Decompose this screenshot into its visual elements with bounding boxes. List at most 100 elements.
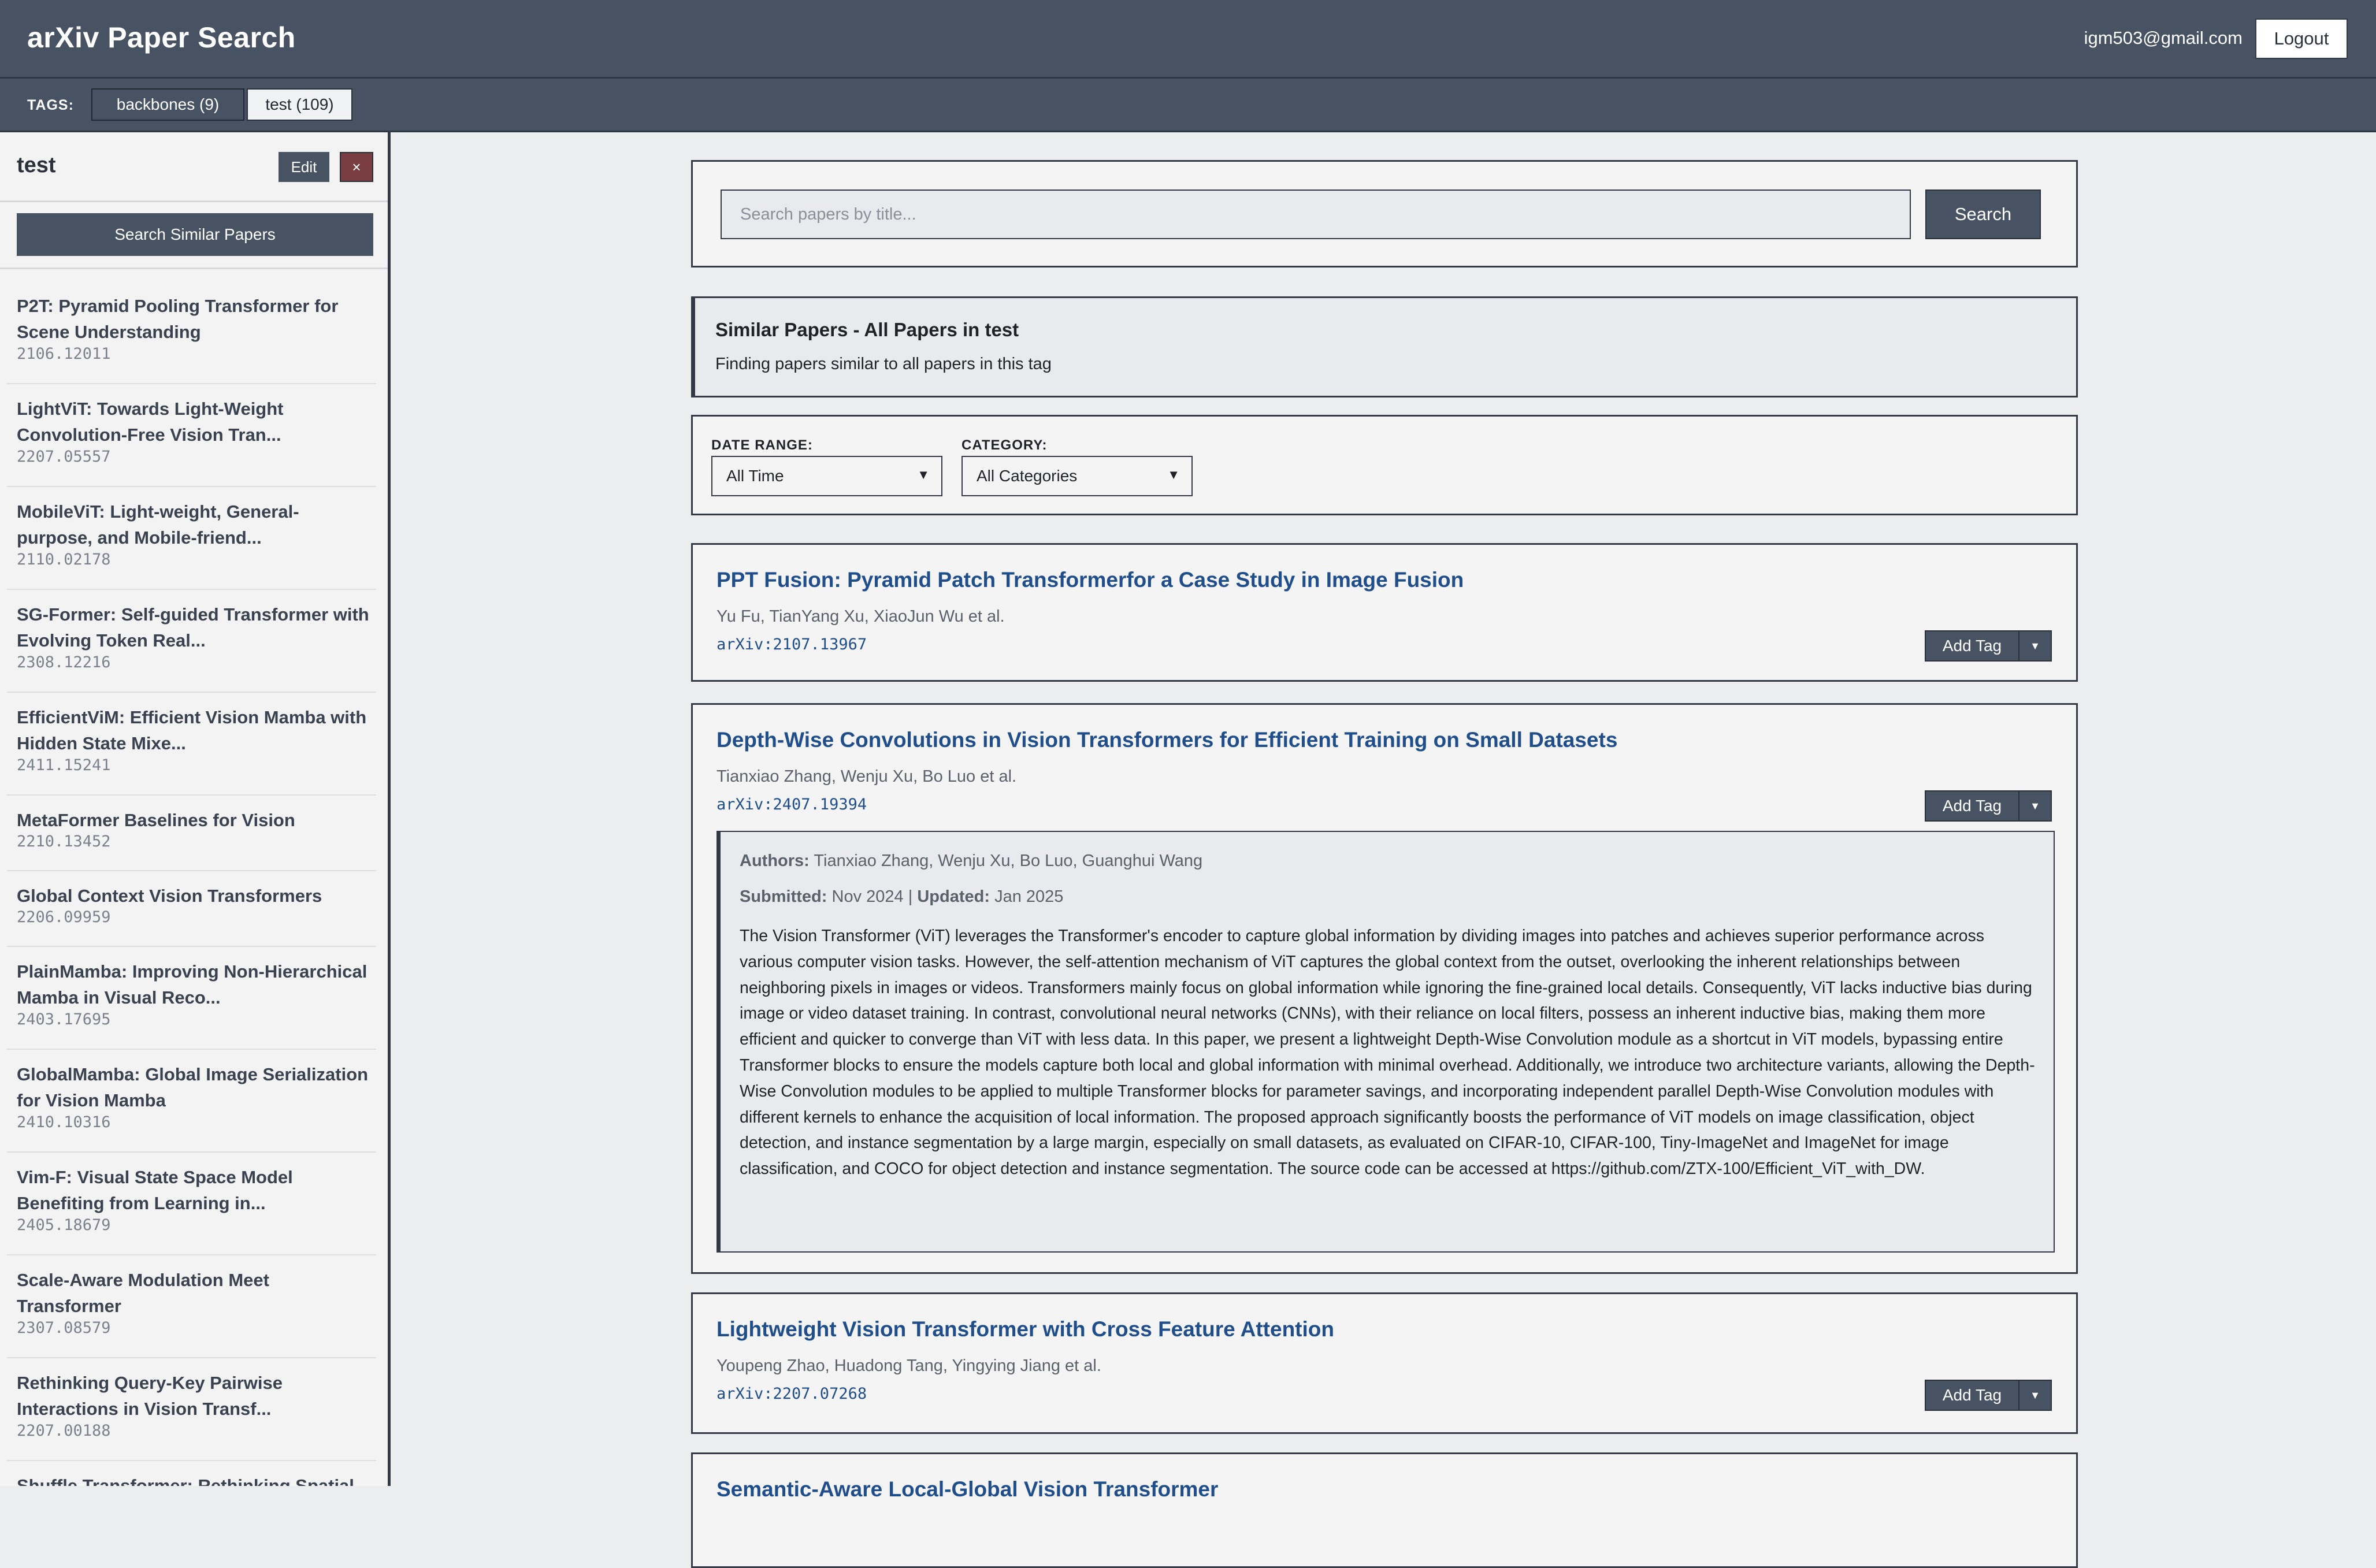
similar-title: Similar Papers - All Papers in test — [715, 319, 1019, 340]
add-tag-control: Add Tag ▼ — [1925, 790, 2052, 822]
sidebar-paper-item[interactable]: P2T: Pyramid Pooling Transformer for Sce… — [0, 281, 388, 384]
sidebar-paper-item[interactable]: MetaFormer Baselines for Vision 2210.134… — [0, 796, 388, 871]
sidebar: test Edit × Search Similar Papers P2T: P… — [0, 132, 391, 1486]
submitted-label: Submitted: — [740, 887, 827, 906]
sidebar-paper-id: 2206.09959 — [17, 908, 111, 926]
add-tag-dropdown-icon[interactable]: ▼ — [2019, 631, 2051, 660]
add-tag-control: Add Tag ▼ — [1925, 1380, 2052, 1411]
sidebar-tag-title: test — [17, 153, 56, 177]
sidebar-paper-item[interactable]: PlainMamba: Improving Non-Hierarchical M… — [0, 947, 388, 1050]
sidebar-paper-title: Vim-F: Visual State Space Model Benefiti… — [17, 1167, 293, 1213]
paper-card: PPT Fusion: Pyramid Patch Transformerfor… — [691, 543, 2078, 682]
paper-arxiv-id[interactable]: arXiv:2107.13967 — [716, 636, 867, 653]
top-header: arXiv Paper Search igm503@gmail.com Logo… — [0, 0, 2376, 79]
paper-details-panel: Authors: Tianxiao Zhang, Wenju Xu, Bo Lu… — [716, 831, 2055, 1253]
category-label: CATEGORY: — [961, 437, 1048, 453]
sidebar-paper-item[interactable]: Global Context Vision Transformers 2206.… — [0, 871, 388, 947]
edit-tag-button[interactable]: Edit — [279, 152, 329, 182]
date-range-select[interactable]: All Time ▼ — [711, 456, 942, 496]
dropdown-arrow-icon: ▼ — [1167, 467, 1180, 482]
add-tag-button[interactable]: Add Tag — [1926, 1381, 2019, 1410]
tags-label: TAGS: — [27, 97, 74, 113]
tag-chip-test[interactable]: test (109) — [247, 88, 352, 121]
details-authors-value: Tianxiao Zhang, Wenju Xu, Bo Luo, Guangh… — [814, 852, 1203, 870]
paper-title-link[interactable]: Depth-Wise Convolutions in Vision Transf… — [716, 728, 1617, 752]
sidebar-paper-item[interactable]: EfficientViM: Efficient Vision Mamba wit… — [0, 693, 388, 796]
sidebar-paper-title: Rethinking Query-Key Pairwise Interactio… — [17, 1373, 283, 1419]
sidebar-paper-title: GlobalMamba: Global Image Serialization … — [17, 1064, 369, 1110]
sidebar-paper-id: 2207.05557 — [17, 448, 111, 466]
sidebar-paper-title: PlainMamba: Improving Non-Hierarchical M… — [17, 961, 367, 1008]
sidebar-paper-id: 2405.18679 — [17, 1216, 111, 1234]
paper-title-link[interactable]: Lightweight Vision Transformer with Cros… — [716, 1317, 1334, 1342]
sidebar-paper-title: MobileViT: Light-weight, General-purpose… — [17, 501, 299, 548]
sidebar-paper-title: EfficientViM: Efficient Vision Mamba wit… — [17, 707, 367, 753]
delete-tag-button[interactable]: × — [340, 152, 373, 182]
logout-button[interactable]: Logout — [2255, 18, 2348, 59]
sidebar-paper-id: 2411.15241 — [17, 756, 111, 774]
paper-abstract: The Vision Transformer (ViT) leverages t… — [740, 927, 2035, 1179]
sidebar-paper-id: 2110.02178 — [17, 551, 111, 569]
tag-chip-backbones[interactable]: backbones (9) — [91, 88, 244, 121]
sidebar-paper-id: 2210.13452 — [17, 833, 111, 850]
add-tag-dropdown-icon[interactable]: ▼ — [2019, 792, 2051, 820]
search-input[interactable] — [721, 190, 1911, 239]
details-authors-label: Authors: — [740, 852, 810, 870]
filters-card: DATE RANGE: All Time ▼ CATEGORY: All Cat… — [691, 415, 2078, 515]
sidebar-paper-id: 2106.12011 — [17, 345, 111, 363]
sidebar-paper-item[interactable]: LightViT: Towards Light-Weight Convoluti… — [0, 384, 388, 487]
category-select[interactable]: All Categories ▼ — [961, 456, 1193, 496]
dropdown-arrow-icon: ▼ — [917, 467, 930, 482]
paper-authors: Youpeng Zhao, Huadong Tang, Yingying Jia… — [716, 1357, 1101, 1375]
sidebar-paper-title: Global Context Vision Transformers — [17, 886, 322, 906]
paper-authors: Tianxiao Zhang, Wenju Xu, Bo Luo et al. — [716, 767, 1017, 786]
paper-title-link[interactable]: Semantic-Aware Local-Global Vision Trans… — [716, 1477, 1218, 1502]
sidebar-paper-title: P2T: Pyramid Pooling Transformer for Sce… — [17, 296, 339, 342]
sidebar-paper-id: 2207.00188 — [17, 1422, 111, 1440]
sidebar-paper-item[interactable]: Scale-Aware Modulation Meet Transformer … — [0, 1255, 388, 1358]
similar-info-banner: Similar Papers - All Papers in test Find… — [691, 296, 2078, 397]
paper-card: Lightweight Vision Transformer with Cros… — [691, 1292, 2078, 1434]
updated-date: Jan 2025 — [994, 887, 1064, 906]
updated-label: Updated: — [917, 887, 990, 906]
sidebar-paper-title: Shuffle Transformer: Rethinking Spatial — [17, 1476, 354, 1486]
sidebar-paper-item[interactable]: Rethinking Query-Key Pairwise Interactio… — [0, 1358, 388, 1461]
sidebar-paper-id: 2307.08579 — [17, 1319, 111, 1337]
sidebar-paper-title: Scale-Aware Modulation Meet Transformer — [17, 1270, 269, 1316]
add-tag-button[interactable]: Add Tag — [1926, 631, 2019, 660]
sidebar-paper-item[interactable]: Vim-F: Visual State Space Model Benefiti… — [0, 1153, 388, 1255]
tags-bar: TAGS: backbones (9) test (109) — [0, 79, 2376, 132]
sidebar-paper-title: LightViT: Towards Light-Weight Convoluti… — [17, 399, 284, 445]
sidebar-paper-item[interactable]: GlobalMamba: Global Image Serialization … — [0, 1050, 388, 1153]
sidebar-paper-id: 2410.10316 — [17, 1113, 111, 1131]
paper-title-link[interactable]: PPT Fusion: Pyramid Patch Transformerfor… — [716, 568, 1464, 592]
sidebar-paper-id: 2308.12216 — [17, 653, 111, 671]
details-dates: Submitted: Nov 2024 | Updated: Jan 2025 — [740, 887, 1063, 906]
user-email: igm503@gmail.com — [2084, 28, 2243, 48]
divider — [0, 267, 388, 269]
date-range-value: All Time — [726, 467, 784, 485]
divider — [0, 200, 388, 202]
details-authors: Authors: Tianxiao Zhang, Wenju Xu, Bo Lu… — [740, 852, 1202, 871]
sidebar-paper-id: 2403.17695 — [17, 1010, 111, 1028]
paper-card: Semantic-Aware Local-Global Vision Trans… — [691, 1452, 2078, 1568]
sidebar-paper-title: MetaFormer Baselines for Vision — [17, 810, 295, 830]
date-range-label: DATE RANGE: — [711, 437, 813, 453]
submitted-date: Nov 2024 — [831, 887, 904, 906]
search-card: Search — [691, 160, 2078, 267]
paper-arxiv-id[interactable]: arXiv:2207.07268 — [716, 1385, 867, 1403]
sidebar-paper-item[interactable]: SG-Former: Self-guided Transformer with … — [0, 590, 388, 693]
paper-card-expanded: Depth-Wise Convolutions in Vision Transf… — [691, 703, 2078, 1274]
search-button[interactable]: Search — [1925, 190, 2041, 239]
search-similar-button[interactable]: Search Similar Papers — [17, 213, 373, 256]
similar-subtitle: Finding papers similar to all papers in … — [715, 355, 1052, 373]
paper-arxiv-id[interactable]: arXiv:2407.19394 — [716, 796, 867, 813]
sidebar-paper-item[interactable]: MobileViT: Light-weight, General-purpose… — [0, 487, 388, 590]
app-title: arXiv Paper Search — [27, 21, 296, 54]
add-tag-button[interactable]: Add Tag — [1926, 792, 2019, 820]
sidebar-paper-item[interactable]: Shuffle Transformer: Rethinking Spatial — [0, 1461, 388, 1486]
category-value: All Categories — [977, 467, 1078, 485]
sidebar-paper-title: SG-Former: Self-guided Transformer with … — [17, 604, 369, 651]
add-tag-dropdown-icon[interactable]: ▼ — [2019, 1381, 2051, 1410]
add-tag-control: Add Tag ▼ — [1925, 630, 2052, 662]
